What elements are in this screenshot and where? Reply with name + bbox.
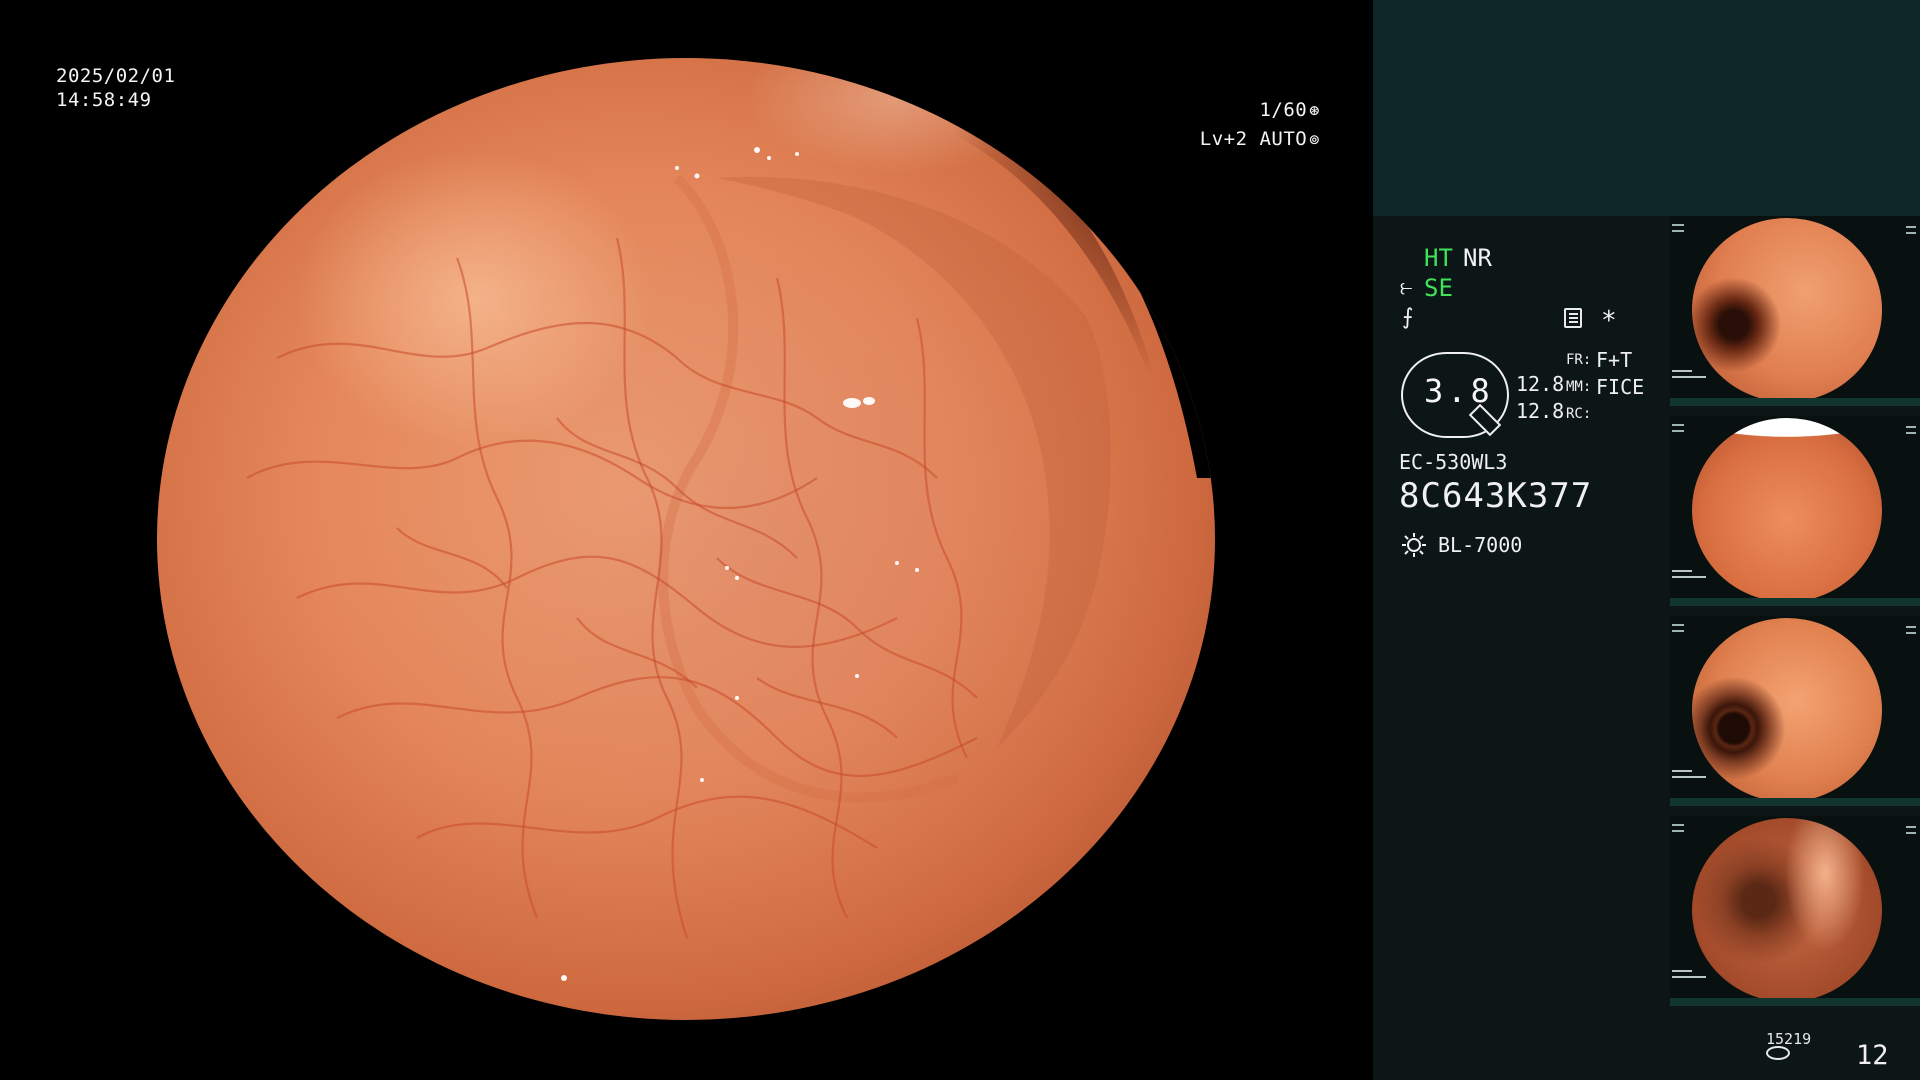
se-indicator: SE <box>1424 274 1453 302</box>
date-time-readout: 2025/02/01 14:58:49 <box>56 64 175 112</box>
light-source: BL-7000 <box>1438 533 1523 557</box>
iris-text: Lv+2 AUTO <box>1199 128 1308 150</box>
thumbnail-info <box>1906 222 1918 242</box>
scope-serial: 8C643K377 <box>1399 476 1593 516</box>
color-enhance-icon: ⨍ <box>1402 305 1414 330</box>
captured-thumbnail[interactable] <box>1670 216 1920 406</box>
mm-value: FICE <box>1596 375 1645 399</box>
thumbnail-info <box>1672 420 1686 490</box>
thumbnail-info <box>1672 366 1712 396</box>
captured-thumbnail[interactable] <box>1670 816 1920 1006</box>
thumbnail-image <box>1692 818 1882 1002</box>
scope-model: EC-530WL3 <box>1399 450 1508 474</box>
time-text: 14:58:49 <box>56 89 152 111</box>
sun-icon <box>1402 533 1426 557</box>
thumbnail-info <box>1672 566 1712 596</box>
iris-icon: ⊚ <box>1309 130 1320 150</box>
setting-value-2: 12.8 <box>1516 399 1565 423</box>
thumbnail-image <box>1692 418 1882 602</box>
asterisk-icon: * <box>1601 306 1617 336</box>
aperture-icon: ⊛ <box>1309 101 1320 121</box>
thumbnail-info <box>1906 622 1918 642</box>
page-number: 12 <box>1856 1040 1889 1071</box>
thumbnail-info <box>1906 822 1918 842</box>
thumbnail-bar <box>1670 598 1920 606</box>
structure-enhance-icon: ⥼ <box>1400 275 1413 300</box>
disk-icon <box>1766 1046 1790 1060</box>
mm-key: MM: <box>1566 379 1592 395</box>
thumbnail-bar <box>1670 398 1920 406</box>
iris-readout: Lv+2 AUTO ⊚ <box>1160 127 1320 152</box>
fr-key: FR: <box>1566 352 1592 368</box>
thumbnail-bar <box>1670 998 1920 1006</box>
date-text: 2025/02/01 <box>56 65 176 87</box>
thumbnail-bar <box>1670 798 1920 806</box>
thumbnail-image <box>1692 218 1882 402</box>
shutter-text: 1/60 <box>1259 99 1308 121</box>
zoom-value: 3.8 <box>1424 372 1494 410</box>
frame-counter: 15219 <box>1766 1030 1812 1048</box>
thumbnail-info <box>1672 620 1686 690</box>
ht-indicator: HT <box>1424 244 1453 272</box>
thumbnail-info <box>1672 766 1712 796</box>
fr-value: F+T <box>1596 348 1633 372</box>
info-panel-header <box>1373 0 1920 216</box>
thumbnail-info <box>1906 422 1918 442</box>
menu-list-icon <box>1564 308 1582 328</box>
thumbnail-info <box>1672 220 1686 290</box>
thumbnail-info <box>1672 966 1712 996</box>
setting-value-1: 12.8 <box>1516 372 1565 396</box>
endoscope-image <box>157 58 1215 1020</box>
thumbnail-info <box>1672 820 1686 890</box>
shutter-readout: 1/60 ⊛ <box>1180 98 1320 123</box>
captured-thumbnail[interactable] <box>1670 416 1920 606</box>
thumbnail-image <box>1692 618 1882 802</box>
rc-key: RC: <box>1566 406 1592 422</box>
captured-thumbnail[interactable] <box>1670 616 1920 806</box>
vascular-pattern <box>246 147 978 981</box>
nr-indicator: NR <box>1463 244 1492 272</box>
